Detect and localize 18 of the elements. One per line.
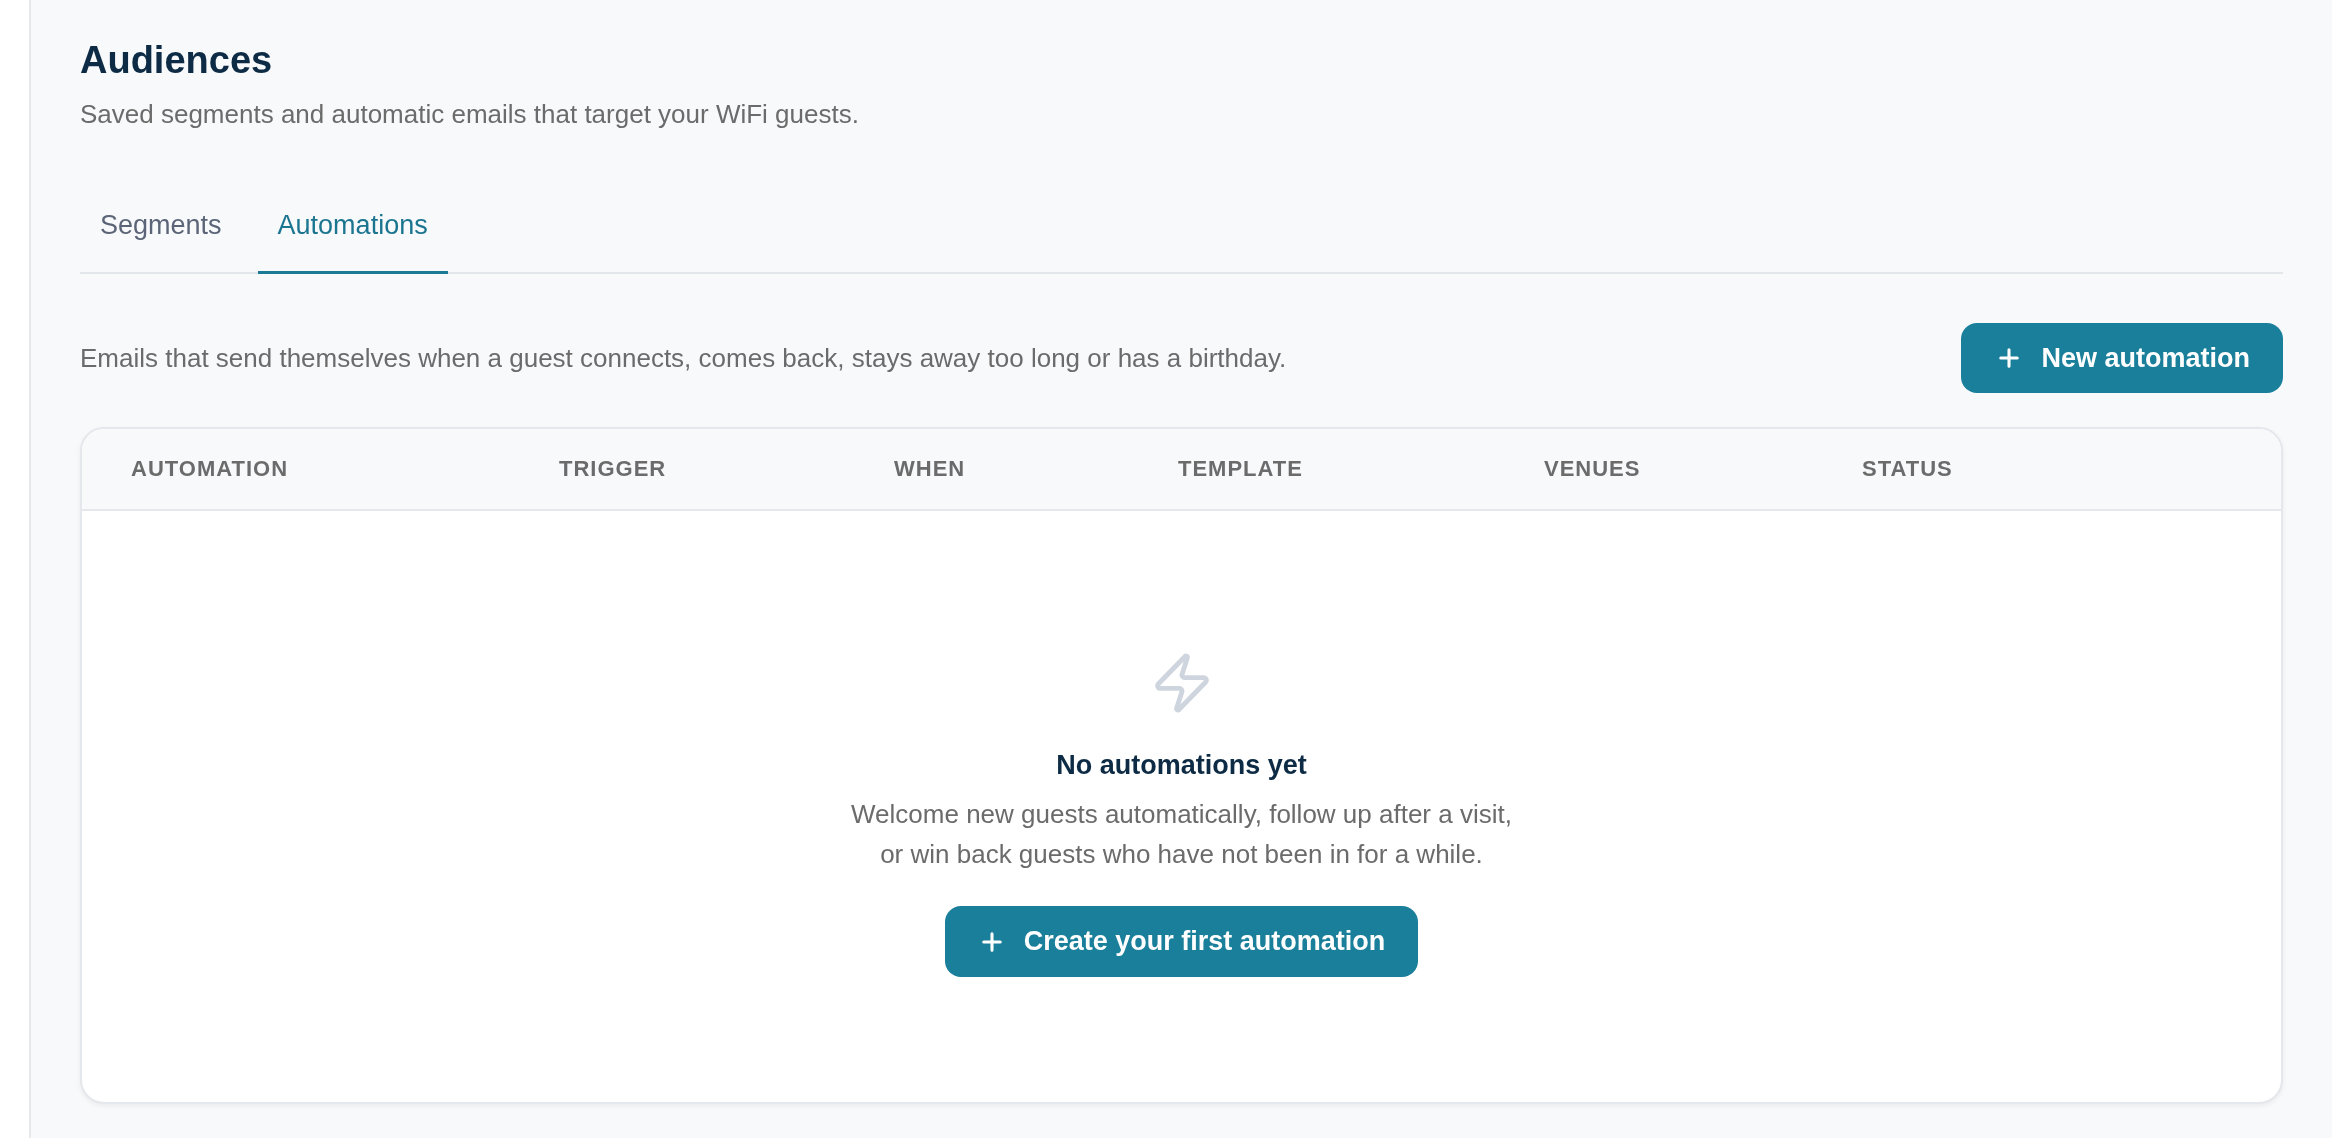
column-header: AUTOMATION [131, 455, 289, 483]
create-automation-button[interactable]: Create your first automation [944, 906, 1419, 977]
column-header: VENUES [1544, 455, 1641, 483]
column-header: WHEN [894, 455, 966, 483]
column-header: TEMPLATE [1178, 455, 1303, 483]
lightning-icon [1154, 653, 1209, 713]
empty-state-description: Welcome new guests automatically, follow up after a visit, or win back guests who have not been in for a while. [851, 798, 1512, 871]
plus-icon [981, 931, 1002, 952]
new-automation-button[interactable]: New automation [1961, 323, 2283, 393]
plus-icon [1999, 348, 2020, 368]
column-header: TRIGGER [559, 455, 667, 483]
empty-state-title: No automations yet [1056, 749, 1307, 782]
tab[interactable]: Automations [257, 180, 448, 274]
tab[interactable]: Segments [80, 180, 242, 274]
column-header: STATUS [1862, 455, 1953, 483]
page-title: Audiences [80, 38, 274, 83]
section-description: Emails that send themselves when a guest connects, comes back, stays away too long or has a birthday. [80, 342, 1287, 375]
page-subtitle: Saved segments and automatic emails that target your WiFi guests. [80, 98, 860, 131]
